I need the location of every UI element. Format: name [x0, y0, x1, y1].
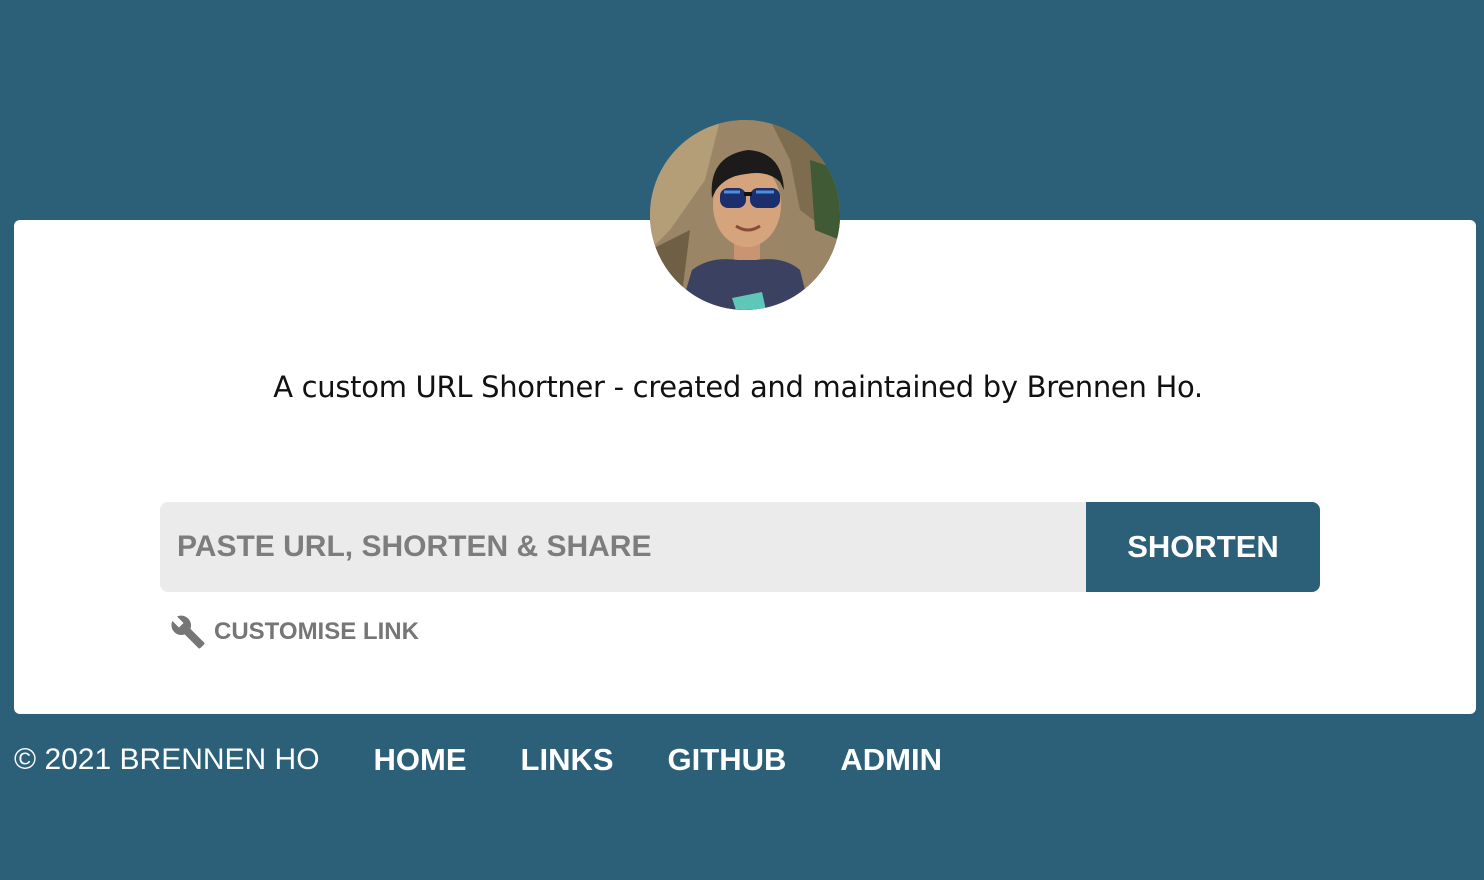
wrench-icon: [171, 615, 205, 649]
nav-link-admin[interactable]: ADMIN: [840, 742, 942, 778]
customise-link-label: CUSTOMISE LINK: [214, 618, 419, 645]
customise-link[interactable]: CUSTOMISE LINK: [170, 614, 419, 650]
tagline: A custom URL Shortner - created and main…: [273, 370, 1203, 404]
avatar: [650, 120, 840, 310]
url-input[interactable]: [160, 502, 1086, 592]
copyright-text: © 2021 BRENNEN HO: [14, 743, 320, 776]
footer: © 2021 BRENNEN HO HOME LINKS GITHUB ADMI…: [14, 738, 996, 782]
shorten-button[interactable]: SHORTEN: [1086, 502, 1320, 592]
nav-link-home[interactable]: HOME: [374, 742, 467, 778]
nav-link-github[interactable]: GITHUB: [668, 742, 787, 778]
profile-photo-image: [650, 120, 840, 310]
nav-link-links[interactable]: LINKS: [521, 742, 614, 778]
shorten-form: SHORTEN: [160, 502, 1320, 592]
